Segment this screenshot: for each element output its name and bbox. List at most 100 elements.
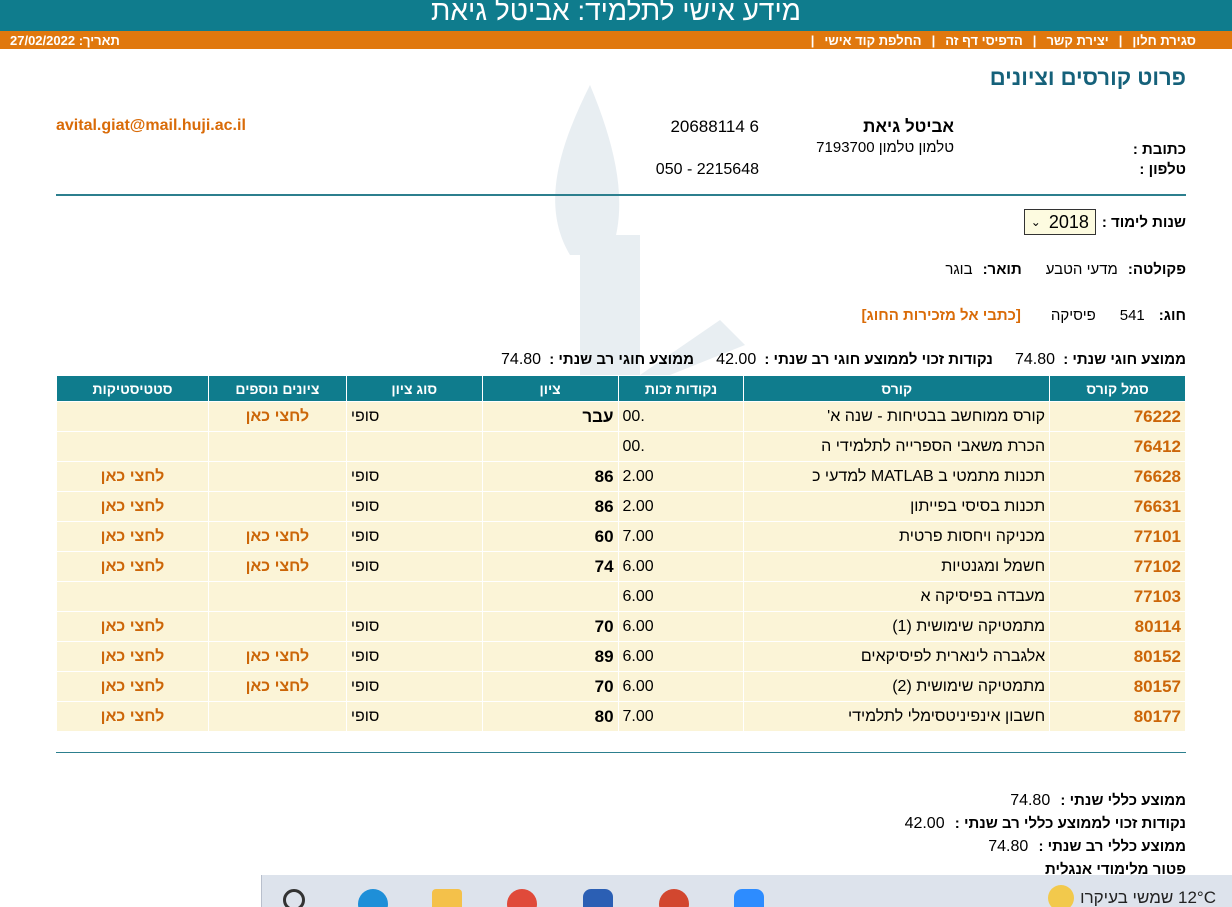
- course-name-cell: חשמל ומגנטיות: [743, 551, 1051, 582]
- menu-contact[interactable]: יצירת קשר: [1038, 33, 1116, 48]
- course-name-cell: מכניקה ויחסות פרטית: [743, 521, 1051, 552]
- course-name-cell: מתמטיקה שימושית (2): [743, 671, 1051, 702]
- course-name-cell: מתמטיקה שימושית (1): [743, 611, 1051, 642]
- zoom-icon[interactable]: [734, 889, 764, 907]
- weather-widget[interactable]: 12°C שמשי בעיקרו: [1048, 885, 1216, 907]
- statistics-link[interactable]: לחצי כאן: [56, 551, 209, 582]
- table-header-row: סמל קורס קורס נקודות זכות ציון סוג ציון …: [56, 375, 1186, 402]
- credits-cell: 7.00: [617, 521, 745, 552]
- statistics-link[interactable]: לחצי כאן: [56, 461, 209, 492]
- menu-separator: |: [931, 32, 936, 48]
- statistics-link[interactable]: לחצי כאן: [56, 521, 209, 552]
- credits-cell: .00: [617, 431, 745, 462]
- credits-cell: 6.00: [617, 641, 745, 672]
- additional-grades-link: [207, 611, 347, 642]
- menu-separator: |: [1118, 32, 1123, 48]
- course-code-cell[interactable]: 76631: [1049, 491, 1186, 522]
- year-selector-row: שנות לימוד : ⌄ 2018: [1023, 209, 1186, 235]
- course-name-cell: מעבדה בפיסיקה א: [743, 581, 1051, 612]
- menu-separator: |: [810, 32, 815, 48]
- course-code-cell[interactable]: 76222: [1049, 401, 1186, 432]
- grade-cell: 86: [481, 491, 619, 522]
- course-code-cell[interactable]: 80152: [1049, 641, 1186, 672]
- course-name-cell: תכנות בסיסי בפייתון: [743, 491, 1051, 522]
- table-row: 77101 מכניקה ויחסות פרטית 7.00 60 סופי לחצי כ…: [56, 521, 1186, 552]
- summary-multi-value: 74.80: [988, 838, 1029, 855]
- grade-type-cell: [345, 431, 483, 462]
- credits-cell: 6.00: [617, 611, 745, 642]
- credits-cell: .00: [617, 401, 745, 432]
- course-code-cell[interactable]: 80114: [1049, 611, 1186, 642]
- summary-multi-label: ממוצע כללי רב שנתי :: [1038, 838, 1186, 855]
- grade-cell: 70: [481, 671, 619, 702]
- grade-cell: 80: [481, 701, 619, 732]
- course-code-cell[interactable]: 80177: [1049, 701, 1186, 732]
- menu-bar: סגירת חלון | יצירת קשר | הדפיסי דף זה | …: [0, 31, 1232, 49]
- contact-secretary-link[interactable]: [כתבי אל מזכירות החוג]: [862, 307, 1021, 324]
- table-row: 80157 מתמטיקה שימושית (2) 6.00 70 סופי לחצי כ…: [56, 671, 1186, 702]
- program-multi-avg-label: ממוצע חוגי רב שנתי :: [549, 351, 694, 368]
- summary-credits-label: נקודות זכוי לממוצע כללי רב שנתי :: [954, 815, 1186, 832]
- grade-type-cell: סופי: [345, 671, 483, 702]
- program-averages: ממוצע חוגי שנתי : 74.80 נקודות זכוי לממו…: [501, 351, 1186, 369]
- course-code-cell[interactable]: 77101: [1049, 521, 1186, 552]
- program-label: חוג:: [1158, 307, 1186, 324]
- statistics-link: [56, 431, 209, 462]
- chrome-icon[interactable]: [507, 889, 537, 907]
- course-code-cell[interactable]: 80157: [1049, 671, 1186, 702]
- course-code-cell[interactable]: 77103: [1049, 581, 1186, 612]
- menu-close-window[interactable]: סגירת חלון: [1124, 33, 1204, 48]
- course-name-cell: תכנות מתמטי ב MATLAB למדעי כ: [743, 461, 1051, 492]
- student-id: 20688114 6: [670, 117, 759, 136]
- menu-change-code[interactable]: החלפת קוד אישי: [816, 33, 929, 48]
- course-code-cell[interactable]: 77102: [1049, 551, 1186, 582]
- statistics-link[interactable]: לחצי כאן: [56, 671, 209, 702]
- course-name-cell: קורס ממוחשב בבטיחות - שנה א': [743, 401, 1051, 432]
- statistics-link[interactable]: לחצי כאן: [56, 491, 209, 522]
- course-name-cell: חשבון אינפיניטסימלי לתלמידי: [743, 701, 1051, 732]
- summary-annual-row: ממוצע כללי שנתי : 74.80: [905, 789, 1186, 812]
- window-title-bar: מידע אישי לתלמיד: אביטל גיאת: [0, 0, 1232, 32]
- statistics-link[interactable]: לחצי כאן: [56, 641, 209, 672]
- file-explorer-icon[interactable]: [432, 889, 462, 907]
- course-code-cell[interactable]: 76628: [1049, 461, 1186, 492]
- year-select[interactable]: ⌄ 2018: [1023, 209, 1096, 235]
- additional-grades-link[interactable]: לחצי כאן: [207, 521, 347, 552]
- additional-grades-link[interactable]: לחצי כאן: [207, 401, 347, 432]
- statistics-link: [56, 581, 209, 612]
- statistics-link[interactable]: לחצי כאן: [56, 701, 209, 732]
- additional-grades-link[interactable]: לחצי כאן: [207, 671, 347, 702]
- word-icon[interactable]: [583, 889, 613, 907]
- menu-print-page[interactable]: הדפיסי דף זה: [937, 33, 1031, 48]
- course-code-cell[interactable]: 76412: [1049, 431, 1186, 462]
- edge-browser-icon[interactable]: [358, 889, 388, 907]
- additional-grades-link[interactable]: לחצי כאן: [207, 551, 347, 582]
- faculty-row: פקולטה: מדעי הטבע תואר: בוגר: [945, 261, 1186, 278]
- credits-cell: 7.00: [617, 701, 745, 732]
- grade-cell: 70: [481, 611, 619, 642]
- taskbar-search-box[interactable]: [0, 875, 262, 907]
- search-icon[interactable]: [283, 889, 305, 907]
- additional-grades-link[interactable]: לחצי כאן: [207, 641, 347, 672]
- grade-cell: 60: [481, 521, 619, 552]
- student-email: avital.giat@mail.huji.ac.il: [56, 117, 246, 134]
- chevron-down-icon: ⌄: [1030, 215, 1041, 229]
- course-name-cell: אלגברה לינארית לפיסיקאים: [743, 641, 1051, 672]
- column-header: ציון: [481, 375, 619, 402]
- summary-annual-label: ממוצע כללי שנתי :: [1060, 792, 1186, 809]
- weather-text: 12°C שמשי בעיקרו: [1080, 888, 1216, 907]
- statistics-link: [56, 401, 209, 432]
- window-title: מידע אישי לתלמיד: אביטל גיאת: [431, 0, 801, 26]
- year-label: שנות לימוד :: [1101, 213, 1186, 231]
- grade-type-cell: סופי: [345, 641, 483, 672]
- table-row: 77102 חשמל ומגנטיות 6.00 74 סופי לחצי כאן לחצי…: [56, 551, 1186, 582]
- faculty-value: מדעי הטבע: [1045, 261, 1118, 278]
- page-title: פרוט קורסים וציונים: [989, 65, 1186, 90]
- powerpoint-icon[interactable]: [659, 889, 689, 907]
- credits-cell: 6.00: [617, 671, 745, 702]
- grade-type-cell: סופי: [345, 491, 483, 522]
- program-name: פיסיקה: [1050, 307, 1096, 324]
- statistics-link[interactable]: לחצי כאן: [56, 611, 209, 642]
- grade-cell: 86: [481, 461, 619, 492]
- summary-annual-value: 74.80: [1010, 792, 1051, 809]
